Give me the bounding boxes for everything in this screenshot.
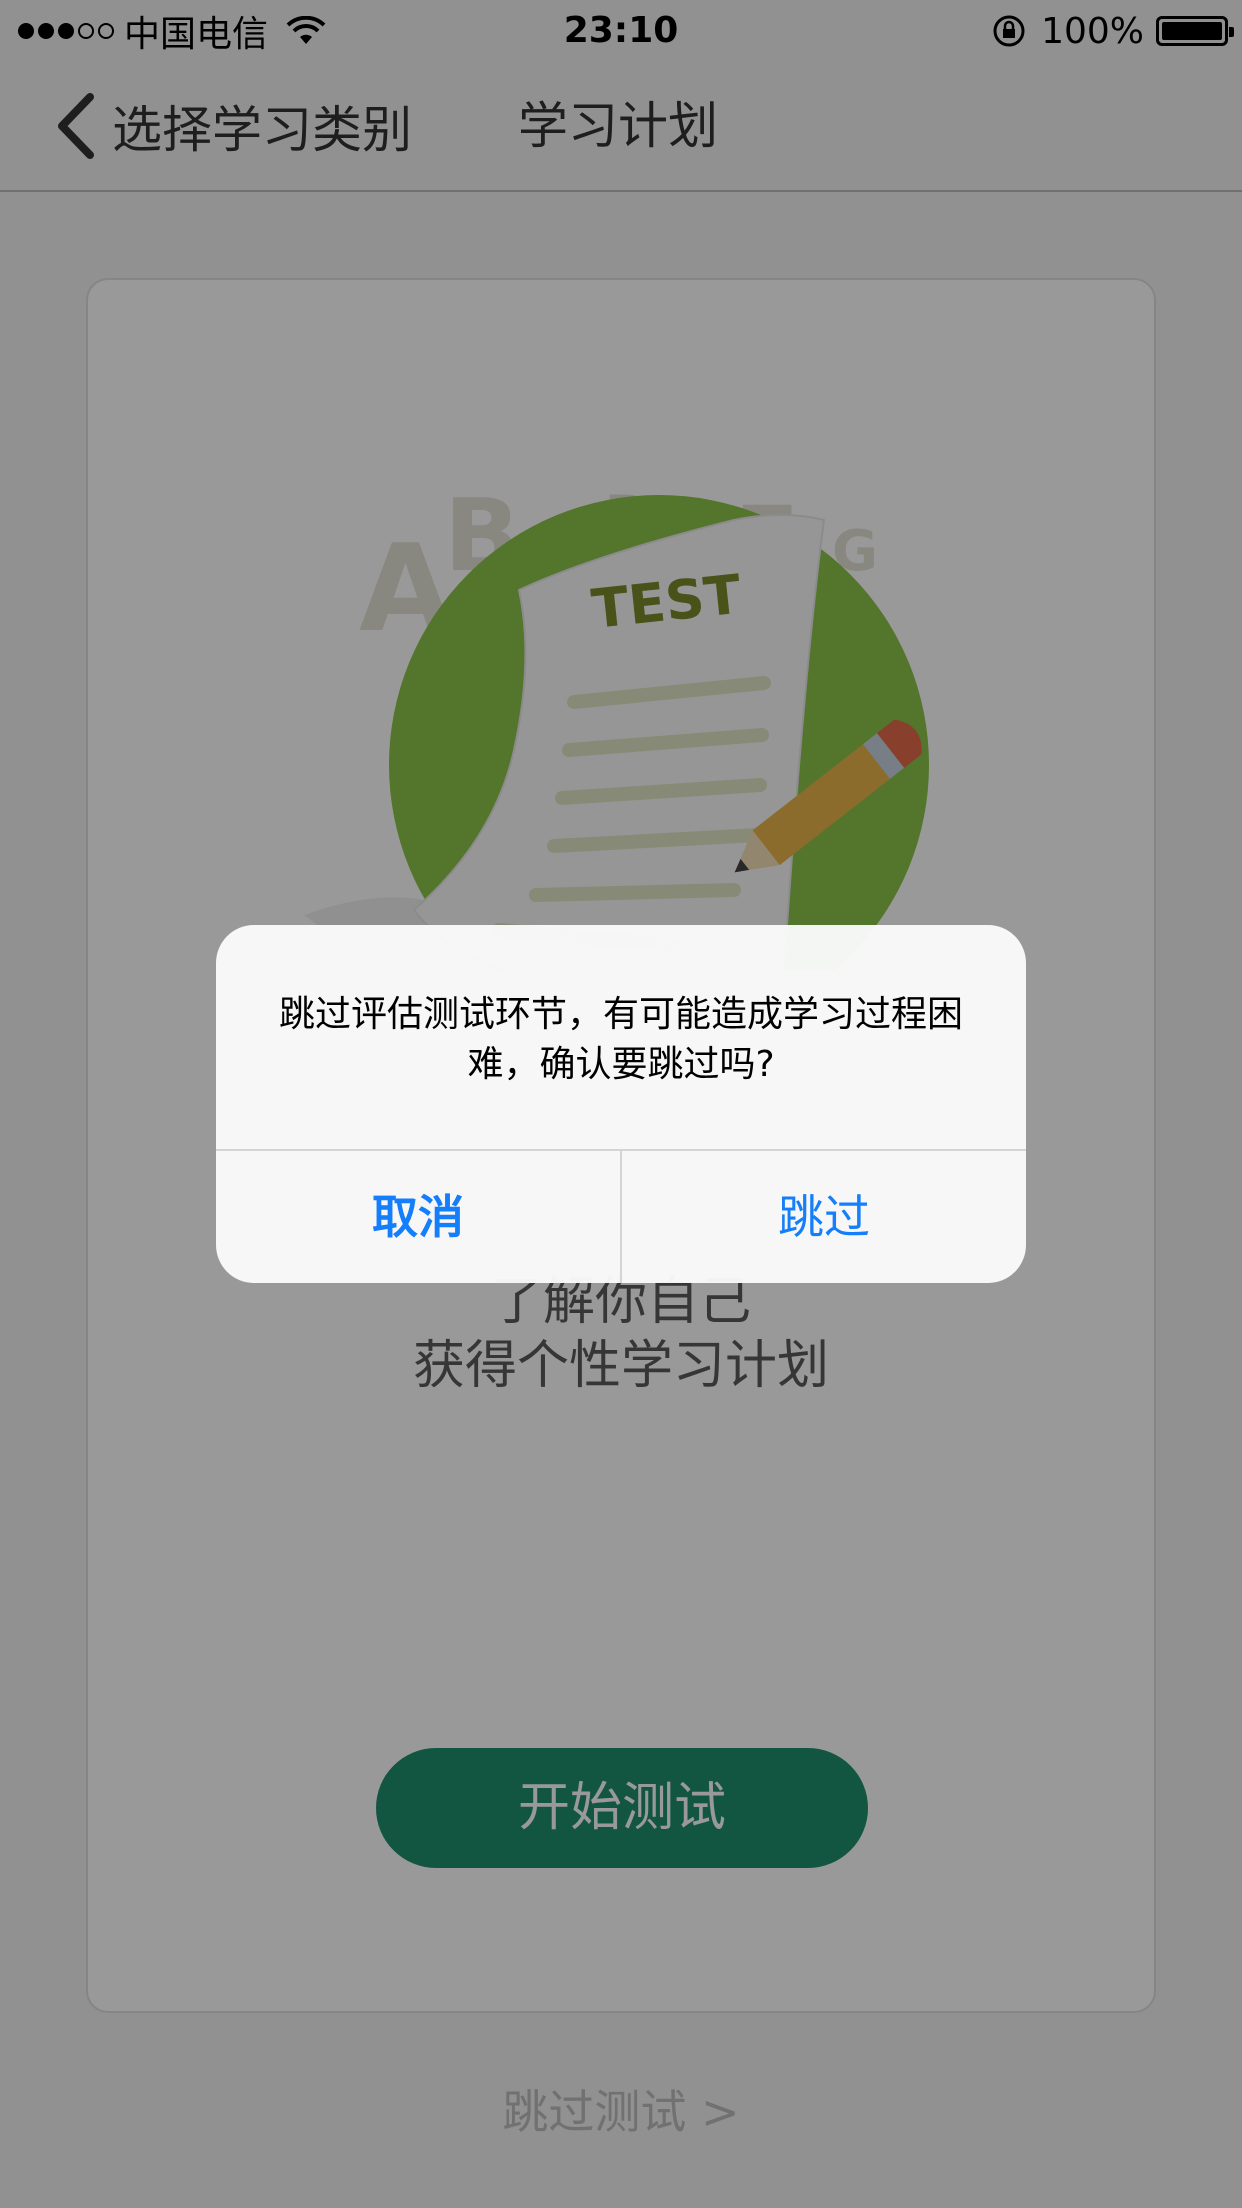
skip-confirm-button[interactable]: 跳过 (622, 1151, 1026, 1283)
cancel-button[interactable]: 取消 (216, 1151, 622, 1283)
dialog-message: 跳过评估测试环节，有可能造成学习过程困难，确认要跳过吗? (278, 994, 963, 1085)
skip-confirm-dialog: 跳过评估测试环节，有可能造成学习过程困难，确认要跳过吗? 取消 跳过 (216, 925, 1026, 1283)
dialog-actions: 取消 跳过 (216, 1149, 1026, 1283)
